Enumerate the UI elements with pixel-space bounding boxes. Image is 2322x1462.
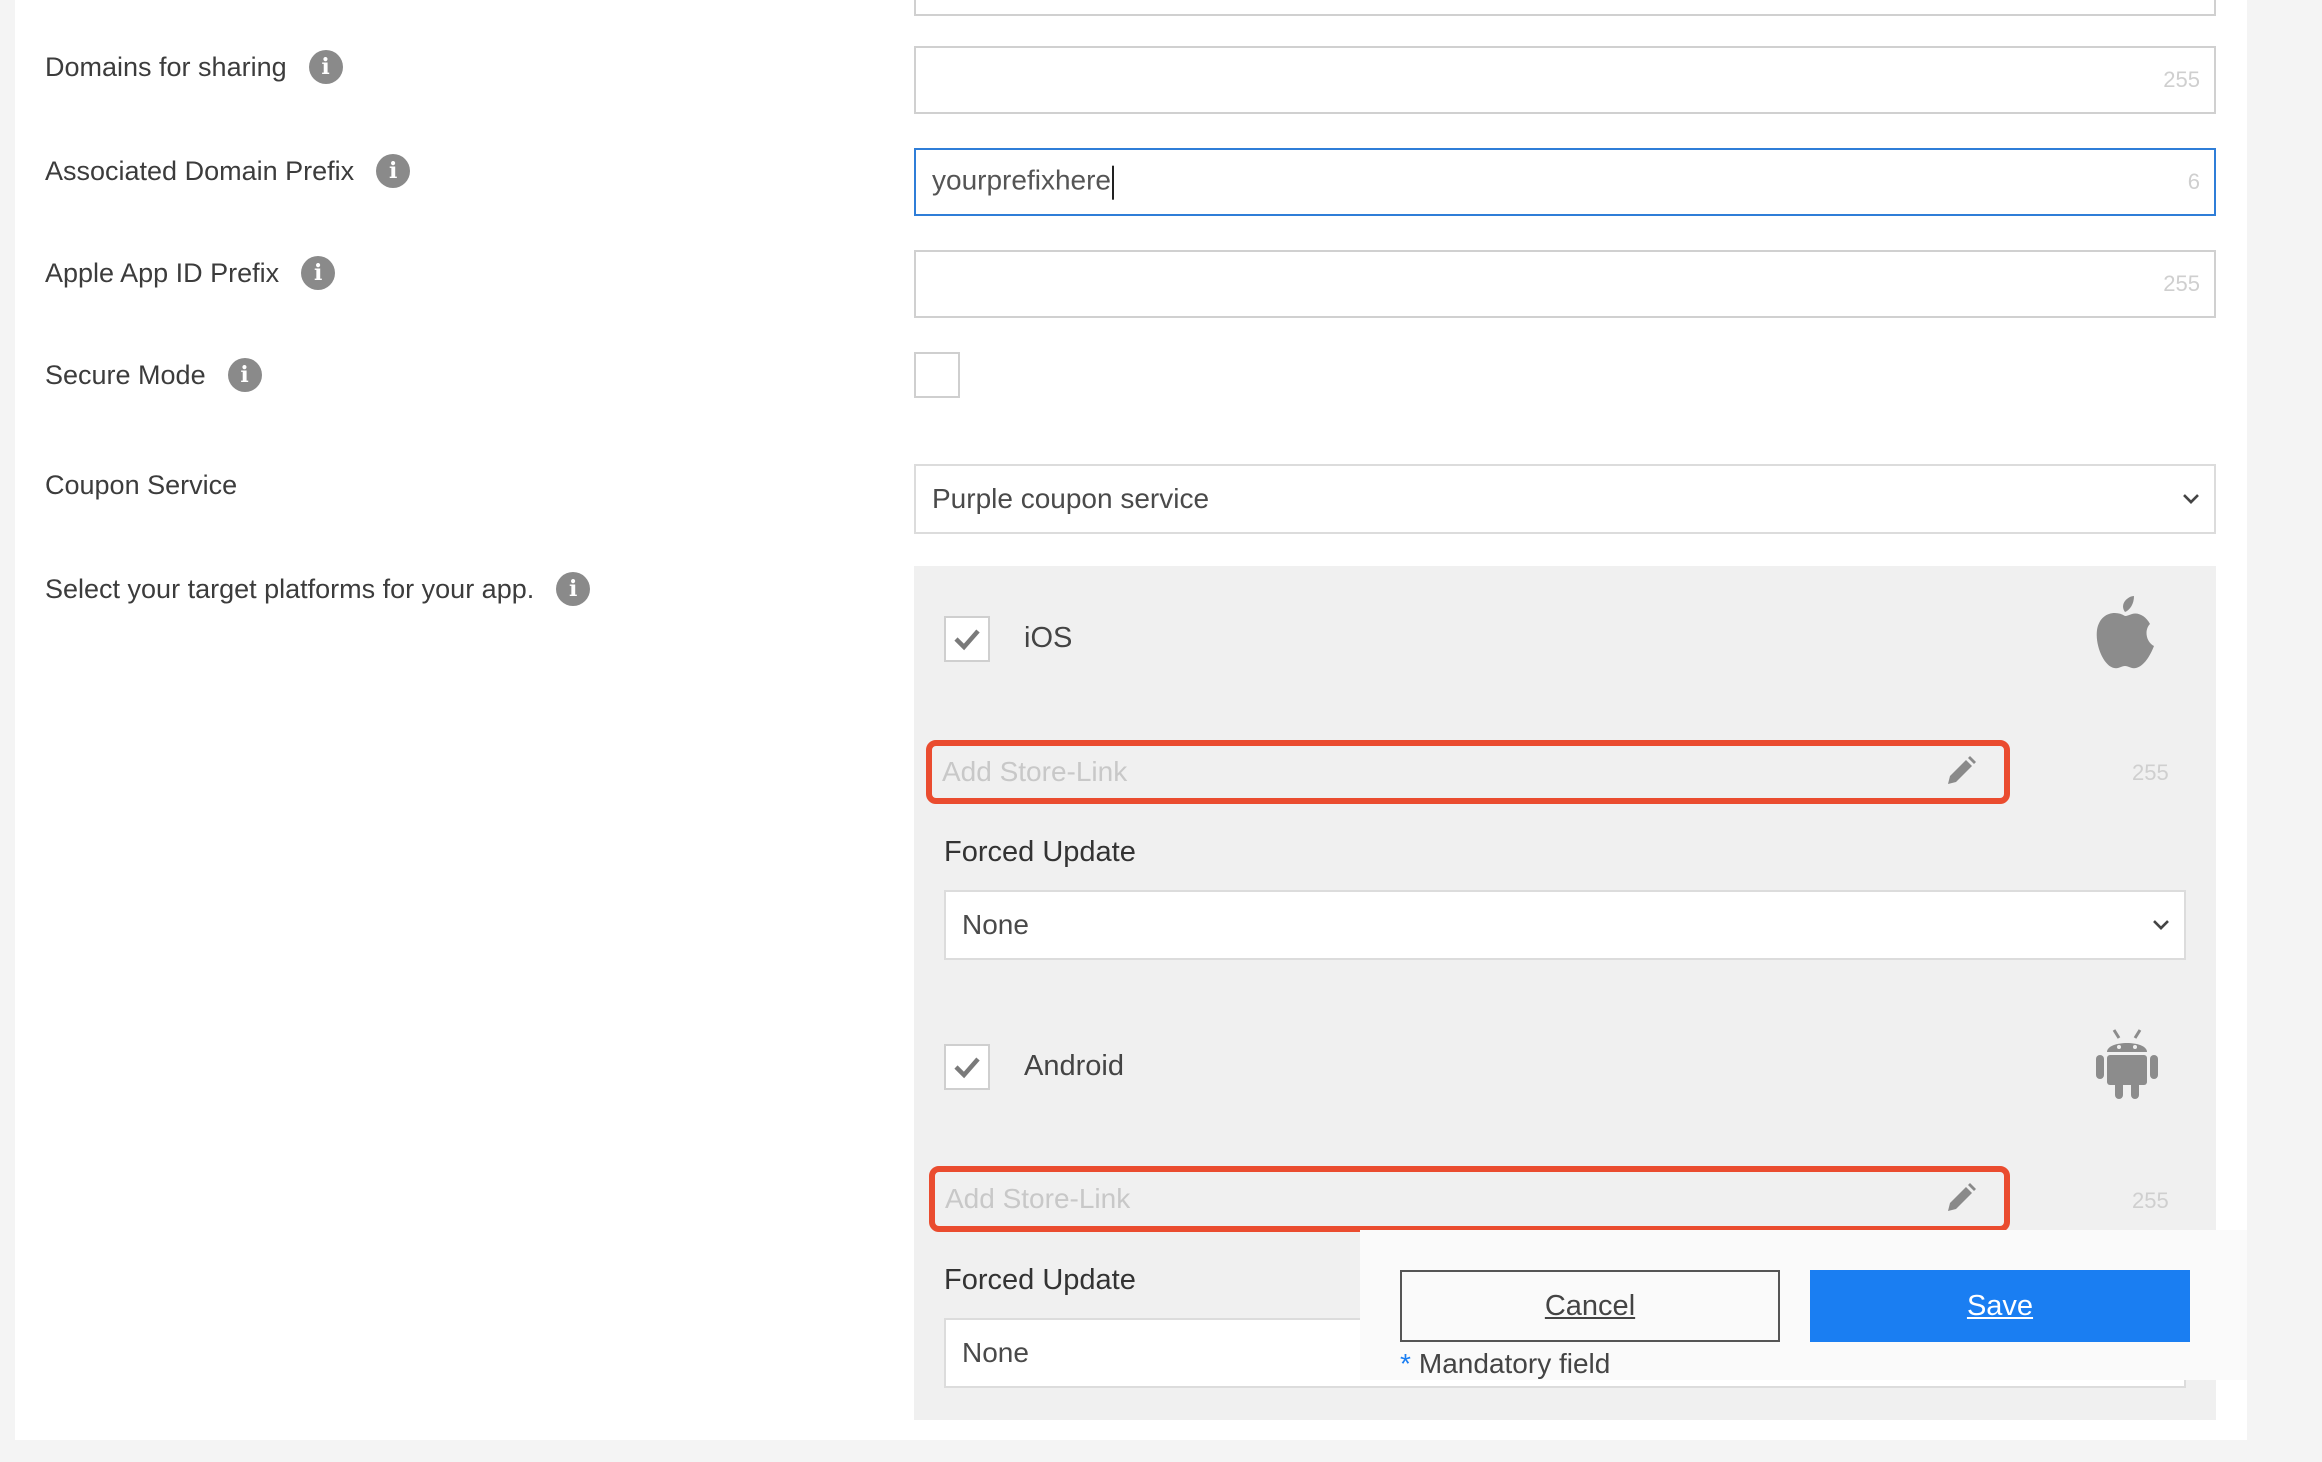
- ios-checkbox[interactable]: [944, 616, 990, 662]
- ios-char-counter: 255: [2132, 760, 2169, 785]
- coupon-service-label: Coupon Service: [45, 470, 238, 500]
- associated-domain-prefix-label: Associated Domain Prefix: [45, 155, 355, 186]
- pencil-icon[interactable]: [1942, 754, 1978, 790]
- apple-icon: [2096, 596, 2154, 669]
- info-icon[interactable]: i: [301, 256, 336, 290]
- chevron-down-icon: [2153, 920, 2169, 930]
- associated-domain-prefix-row: Associated Domain Prefix i: [45, 154, 411, 188]
- ios-label: iOS: [1024, 622, 1073, 654]
- domains-for-sharing-input[interactable]: 255: [914, 46, 2216, 114]
- coupon-service-row: Coupon Service: [45, 470, 237, 501]
- associated-domain-prefix-value: yourprefixhere: [932, 165, 1114, 200]
- checkmark-icon: [954, 629, 980, 651]
- android-icon: [2096, 1029, 2158, 1099]
- checkmark-icon: [954, 1057, 980, 1079]
- android-char-counter: 255: [2132, 1188, 2169, 1213]
- secure-mode-label: Secure Mode: [45, 359, 206, 390]
- mandatory-note: * Mandatory field: [1400, 1348, 1610, 1380]
- target-platforms-row: Select your target platforms for your ap…: [45, 572, 591, 606]
- mandatory-star: *: [1400, 1348, 1411, 1379]
- secure-mode-row: Secure Mode i: [45, 358, 262, 392]
- coupon-service-select[interactable]: Purple coupon service: [914, 464, 2216, 534]
- store-link-placeholder: Add Store-Link: [945, 1183, 1131, 1214]
- apple-app-id-prefix-input[interactable]: 255: [914, 250, 2216, 318]
- char-counter: 6: [2187, 169, 2200, 194]
- store-link-placeholder: Add Store-Link: [942, 756, 1128, 787]
- previous-field[interactable]: [914, 0, 2216, 16]
- domains-for-sharing-row: Domains for sharing i: [45, 50, 343, 84]
- char-counter: 255: [2163, 271, 2200, 296]
- android-forced-update-value: None: [962, 1337, 1029, 1368]
- target-platforms-label: Select your target platforms for your ap…: [45, 573, 535, 604]
- ios-forced-update-select[interactable]: None: [944, 890, 2186, 960]
- cancel-button[interactable]: Cancel: [1400, 1270, 1780, 1342]
- android-forced-update-label: Forced Update: [944, 1264, 1136, 1296]
- char-counter: 255: [2163, 67, 2200, 92]
- secure-mode-checkbox[interactable]: [914, 352, 960, 398]
- pencil-icon[interactable]: [1942, 1181, 1978, 1217]
- prefix-text: yourprefixhere: [932, 164, 1111, 196]
- info-icon[interactable]: i: [556, 572, 591, 606]
- ios-forced-update-label: Forced Update: [944, 836, 1136, 868]
- ios-forced-update-value: None: [962, 909, 1029, 940]
- text-caret: [1111, 165, 1114, 200]
- save-button[interactable]: Save: [1810, 1270, 2190, 1342]
- apple-app-id-prefix-label: Apple App ID Prefix: [45, 257, 280, 288]
- ios-store-link-input[interactable]: Add Store-Link: [926, 740, 2010, 804]
- info-icon[interactable]: i: [376, 154, 411, 188]
- android-checkbox[interactable]: [944, 1044, 990, 1090]
- domains-for-sharing-label: Domains for sharing: [45, 51, 287, 82]
- chevron-down-icon: [2183, 494, 2199, 504]
- action-bar: Cancel Save * Mandatory field: [1360, 1230, 2247, 1380]
- info-icon[interactable]: i: [308, 50, 343, 84]
- info-icon[interactable]: i: [227, 358, 262, 392]
- android-label: Android: [1024, 1050, 1124, 1082]
- android-store-link-input[interactable]: Add Store-Link: [929, 1166, 2010, 1232]
- mandatory-text: Mandatory field: [1418, 1348, 1611, 1379]
- associated-domain-prefix-input[interactable]: yourprefixhere 6: [914, 148, 2216, 216]
- coupon-service-value: Purple coupon service: [932, 483, 1210, 514]
- apple-app-id-prefix-row: Apple App ID Prefix i: [45, 256, 336, 290]
